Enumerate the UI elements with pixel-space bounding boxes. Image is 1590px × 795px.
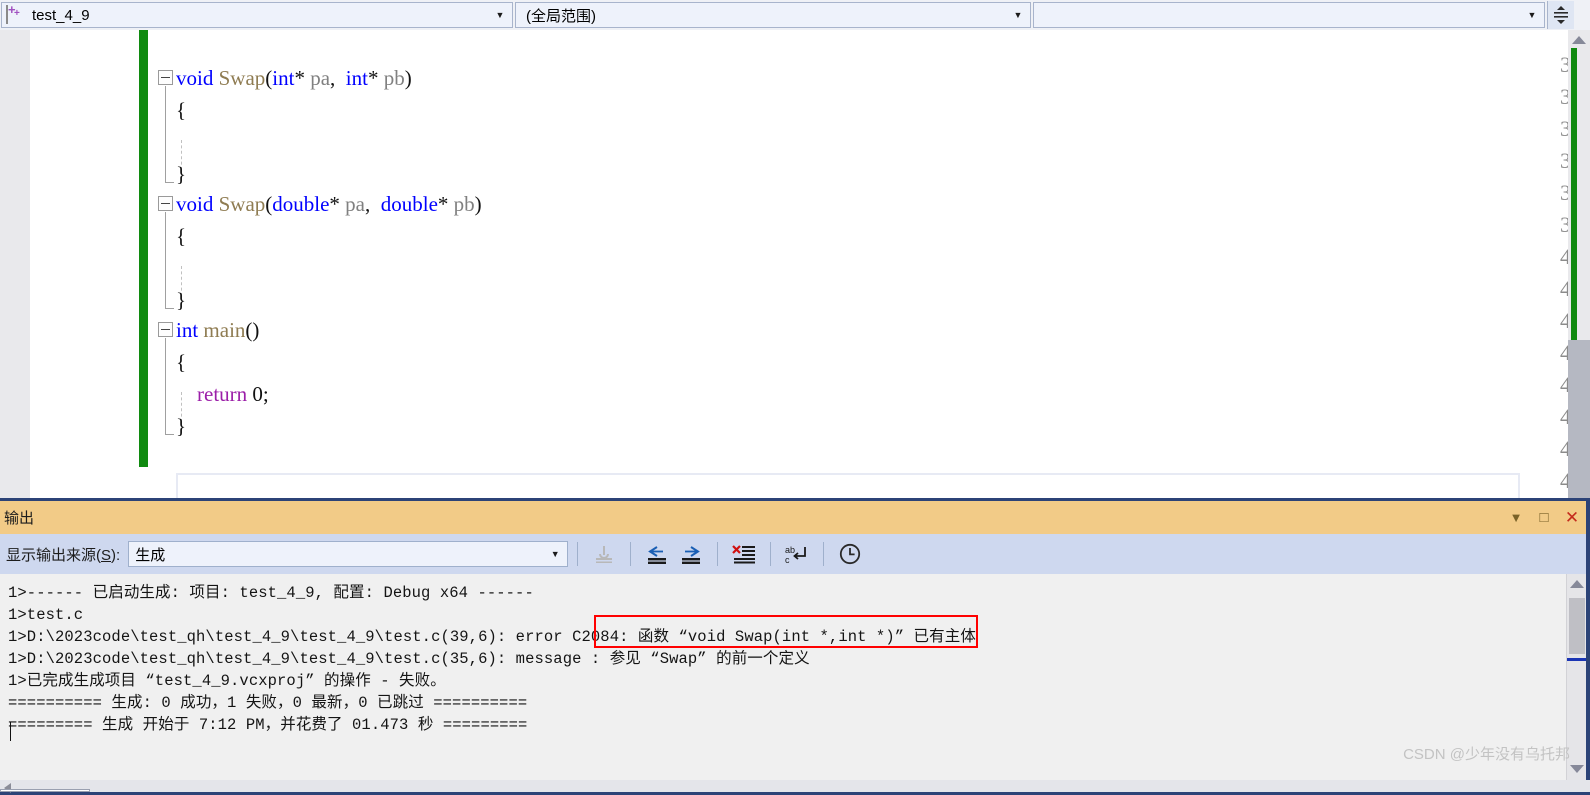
code-line: {: [176, 98, 187, 122]
current-line-highlight: [176, 473, 1520, 498]
code-line: void Swap(int* pa, int* pb): [176, 66, 412, 90]
output-panel: 输出 ▼ □ ✕ 显示输出来源(S): 生成 ▼ ab c 1>------ 已…: [0, 498, 1590, 783]
output-line: 1>已完成生成项目 “test_4_9.vcxproj” 的操作 - 失败。: [8, 672, 446, 690]
chevron-down-icon[interactable]: ▼: [1010, 10, 1030, 20]
scrollbar-position-marker: [1567, 658, 1587, 661]
editor-navigation-bar: test_4_9 ▼ (全局范围) ▼ ▼: [0, 0, 1590, 30]
change-bar: [139, 30, 148, 467]
project-dropdown-value: test_4_9: [32, 6, 90, 24]
go-to-message-icon[interactable]: [587, 539, 621, 569]
scope-dropdown-value: (全局范围): [526, 7, 596, 25]
chevron-down-icon[interactable]: ▼: [492, 10, 512, 20]
toggle-word-wrap-icon[interactable]: ab c: [780, 539, 814, 569]
output-toolbar: 显示输出来源(S): 生成 ▼ ab c: [0, 534, 1586, 574]
bottom-scroll-strip[interactable]: [0, 780, 1590, 795]
scroll-up-arrow-icon[interactable]: [1572, 36, 1586, 44]
scope-dropdown[interactable]: (全局范围) ▼: [515, 2, 1031, 28]
text-caret: [10, 722, 11, 741]
fold-toggle-icon[interactable]: [158, 196, 173, 211]
project-dropdown[interactable]: test_4_9 ▼: [1, 2, 513, 28]
member-dropdown[interactable]: ▼: [1033, 2, 1545, 28]
output-line: 1>test.c: [8, 606, 84, 624]
code-line: return 0;: [197, 382, 269, 406]
fold-bracket-foot: [165, 308, 174, 309]
fold-toggle-icon[interactable]: [158, 70, 173, 85]
fold-bracket-line: [165, 338, 166, 434]
code-line: int main(): [176, 318, 260, 342]
output-line: ========= 生成 开始于 7:12 PM，并花费了 01.473 秒 =…: [8, 716, 528, 734]
editor-vertical-scrollbar[interactable]: [1568, 30, 1590, 498]
fold-bracket-line: [165, 86, 166, 182]
panel-right-edge: [1586, 498, 1590, 795]
maximize-icon[interactable]: □: [1530, 501, 1558, 534]
output-text-body[interactable]: 1>------ 已启动生成: 项目: test_4_9, 配置: Debug …: [0, 574, 1566, 783]
chevron-down-icon[interactable]: ▼: [547, 549, 567, 559]
svg-text:ab: ab: [785, 545, 795, 555]
fold-bracket-foot: [165, 434, 174, 435]
toolbar-separator: [823, 542, 825, 566]
code-editor[interactable]: 34 35 36 37 38 39 40 41 42 43 44 45 46 4…: [0, 30, 1590, 498]
code-line: {: [176, 224, 187, 248]
output-source-value: 生成: [135, 546, 166, 564]
line-number-gutter: [30, 30, 112, 498]
scroll-down-arrow-icon[interactable]: [1570, 765, 1584, 773]
selection-margin: [0, 30, 30, 498]
class-icon: [6, 5, 26, 24]
toolbar-separator: [630, 542, 632, 566]
show-timestamps-icon[interactable]: [833, 539, 867, 569]
bottom-tab-indicator: [0, 789, 90, 792]
fold-toggle-icon[interactable]: [158, 322, 173, 337]
code-text-area[interactable]: void Swap(int* pa, int* pb) { } void Swa…: [148, 30, 1538, 498]
next-message-icon[interactable]: [674, 539, 708, 569]
output-line: ========== 生成: 0 成功，1 失败，0 最新，0 已跳过 ====…: [8, 694, 528, 712]
chevron-down-icon[interactable]: ▼: [1524, 10, 1544, 20]
previous-message-icon[interactable]: [640, 539, 674, 569]
toolbar-separator: [770, 542, 772, 566]
close-icon[interactable]: ✕: [1558, 501, 1586, 534]
editor-scrollbar-thumb[interactable]: [1568, 340, 1590, 498]
scroll-up-arrow-icon[interactable]: [1570, 580, 1584, 588]
fold-bracket-foot: [165, 182, 174, 183]
output-source-dropdown[interactable]: 生成 ▼: [128, 541, 569, 567]
code-line: }: [176, 288, 187, 312]
output-line: 1>D:\2023code\test_qh\test_4_9\test_4_9\…: [8, 628, 976, 646]
clear-all-icon[interactable]: [727, 539, 761, 569]
code-line: {: [176, 350, 187, 374]
fold-bracket-line: [165, 212, 166, 308]
visual-studio-window: test_4_9 ▼ (全局范围) ▼ ▼ 34 35 36 37: [0, 0, 1590, 795]
output-panel-header: 输出 ▼ □ ✕: [0, 501, 1586, 534]
toolbar-separator: [577, 542, 579, 566]
svg-text:c: c: [785, 555, 790, 565]
code-line: }: [176, 162, 187, 186]
output-line: 1>------ 已启动生成: 项目: test_4_9, 配置: Debug …: [8, 584, 534, 602]
code-line: void Swap(double* pa, double* pb): [176, 192, 482, 216]
split-window-icon[interactable]: [1547, 1, 1574, 29]
code-line: }: [176, 414, 187, 438]
output-line: 1>D:\2023code\test_qh\test_4_9\test_4_9\…: [8, 650, 810, 668]
toolbar-separator: [717, 542, 719, 566]
csdn-watermark: CSDN @少年没有乌托邦: [1403, 746, 1570, 763]
output-source-label: 显示输出来源(S):: [6, 546, 121, 564]
output-scrollbar-thumb[interactable]: [1569, 598, 1585, 654]
output-panel-title: 输出: [4, 510, 35, 527]
chevron-down-icon[interactable]: ▼: [1502, 501, 1530, 534]
